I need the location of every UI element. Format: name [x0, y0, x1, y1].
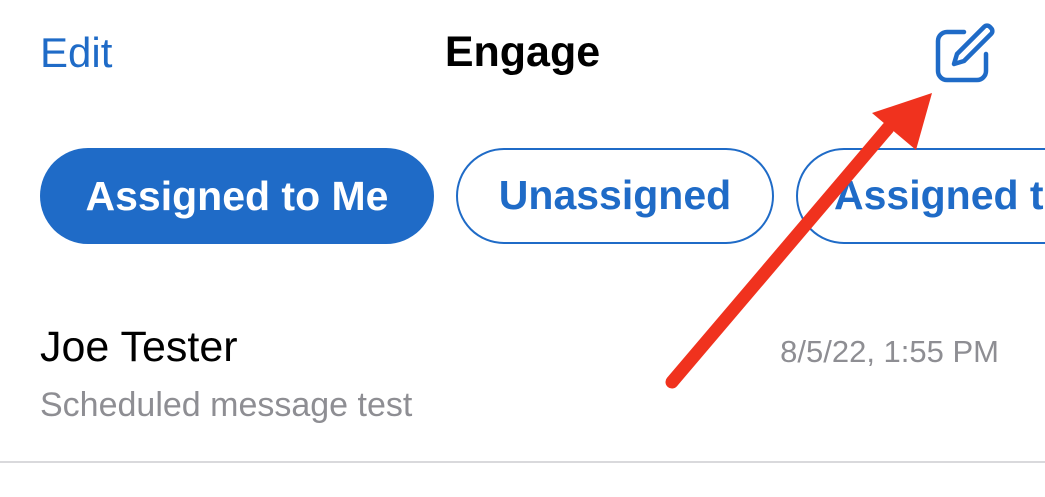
message-preview: Scheduled message test — [40, 386, 413, 424]
page-title-text: Engage — [444, 28, 601, 76]
compose-icon — [935, 23, 995, 83]
compose-button[interactable] — [930, 18, 1000, 88]
row-divider — [0, 461, 1045, 463]
edit-button[interactable]: Edit — [40, 28, 112, 78]
filter-chips: Assigned to Me Unassigned Assigned t — [40, 148, 1045, 248]
chip-assigned-to-me[interactable]: Assigned to Me — [40, 148, 434, 244]
conversation-row[interactable]: Joe Tester 8/5/22, 1:55 PM Scheduled mes… — [0, 300, 1045, 462]
engage-screen: Edit Engage Assigned to Me Unassigned As… — [0, 0, 1045, 497]
chip-unassigned[interactable]: Unassigned — [456, 148, 774, 244]
message-timestamp: 8/5/22, 1:55 PM — [780, 334, 999, 369]
contact-name: Joe Tester — [40, 323, 238, 371]
page-title: Engage — [0, 26, 1045, 78]
chip-assigned-to[interactable]: Assigned t — [796, 148, 1045, 244]
